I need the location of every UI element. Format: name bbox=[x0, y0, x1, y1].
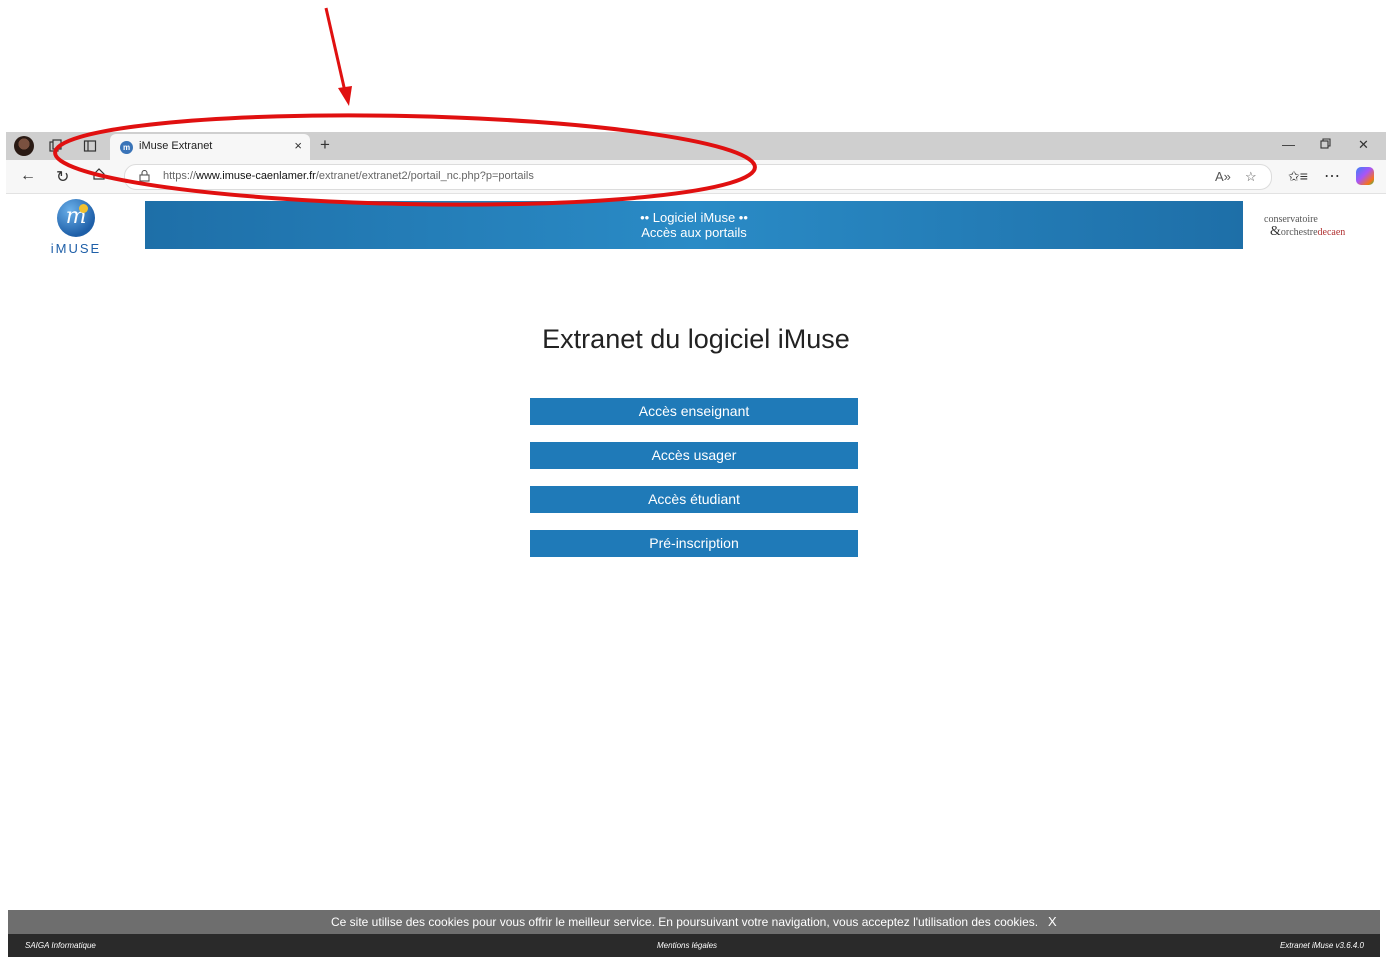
student-access-button[interactable]: Accès étudiant bbox=[530, 486, 858, 513]
pre-registration-button[interactable]: Pré-inscription bbox=[530, 530, 858, 557]
tab-title: iMuse Extranet bbox=[139, 140, 213, 152]
address-bar: ← ↻ https://www.imuse-caenlamer.fr/extra… bbox=[6, 160, 1386, 194]
partner-logo-line2: &orchestredecaen bbox=[1270, 224, 1346, 239]
url-path: /extranet/extranet2/portail_nc.php?p=por… bbox=[315, 170, 534, 182]
workspaces-icon[interactable] bbox=[46, 136, 66, 156]
cookie-text: Ce site utilise des cookies pour vous of… bbox=[331, 915, 1039, 929]
footer-version: Extranet iMuse v3.6.4.0 bbox=[1279, 941, 1364, 950]
teacher-access-button[interactable]: Accès enseignant bbox=[530, 398, 858, 425]
url-text: https://www.imuse-caenlamer.fr/extranet/… bbox=[163, 170, 534, 182]
web-page: m iMUSE •• Logiciel iMuse •• Accès aux p… bbox=[6, 194, 1386, 957]
page-title: Extranet du logiciel iMuse bbox=[542, 324, 850, 354]
annotation-arrow bbox=[324, 7, 348, 97]
footer-company-link[interactable]: SAIGA Informatique bbox=[25, 941, 96, 950]
banner-title: •• Logiciel iMuse •• bbox=[640, 210, 748, 225]
cookie-banner: Ce site utilise des cookies pour vous of… bbox=[8, 910, 1380, 934]
url-domain: www.imuse-caenlamer.fr bbox=[196, 170, 316, 182]
back-icon[interactable]: ← bbox=[20, 167, 36, 185]
home-icon[interactable] bbox=[92, 167, 106, 186]
partner-logo[interactable]: conservatoire &orchestredecaen bbox=[1254, 208, 1374, 248]
header-banner: •• Logiciel iMuse •• Accès aux portails bbox=[145, 201, 1243, 249]
favorites-icon[interactable]: ✩≡ bbox=[1288, 168, 1308, 185]
browser-window: m iMuse Extranet × + — ✕ ← ↻ https://www… bbox=[6, 132, 1386, 957]
tab-actions-icon[interactable] bbox=[80, 136, 100, 156]
new-tab-icon[interactable]: + bbox=[320, 135, 330, 155]
imuse-favicon-icon: m bbox=[120, 141, 133, 154]
tab-close-icon[interactable]: × bbox=[294, 138, 302, 153]
cookie-close-button[interactable]: X bbox=[1048, 914, 1057, 929]
refresh-icon[interactable]: ↻ bbox=[56, 167, 69, 187]
site-info-icon[interactable] bbox=[139, 169, 150, 185]
imuse-logo[interactable]: m iMUSE bbox=[46, 199, 106, 256]
url-field[interactable]: https://www.imuse-caenlamer.fr/extranet/… bbox=[124, 164, 1272, 190]
banner-subtitle: Accès aux portails bbox=[641, 225, 747, 240]
annotation-arrowhead bbox=[338, 86, 352, 106]
copilot-icon[interactable] bbox=[1356, 167, 1374, 185]
footer-legal-link[interactable]: Mentions légales bbox=[657, 941, 717, 950]
logo-dot bbox=[79, 204, 88, 213]
url-prefix: https:// bbox=[163, 170, 197, 182]
logo-text: iMUSE bbox=[50, 241, 102, 256]
more-icon[interactable]: ⋯ bbox=[1324, 166, 1340, 186]
minimize-icon[interactable]: — bbox=[1282, 137, 1295, 152]
close-icon[interactable]: ✕ bbox=[1358, 137, 1369, 153]
restore-icon[interactable] bbox=[1320, 137, 1331, 152]
user-access-button[interactable]: Accès usager bbox=[530, 442, 858, 469]
profile-avatar-icon[interactable] bbox=[14, 136, 34, 156]
read-aloud-icon[interactable]: A» bbox=[1215, 169, 1231, 184]
browser-tab-active[interactable]: m iMuse Extranet × bbox=[110, 134, 310, 160]
footer: SAIGA Informatique Mentions légales Extr… bbox=[8, 934, 1380, 957]
imuse-logo-mark-icon: m bbox=[57, 199, 95, 237]
favorite-star-icon[interactable]: ☆ bbox=[1245, 169, 1257, 185]
tab-bar: m iMuse Extranet × + — ✕ bbox=[6, 132, 1386, 160]
